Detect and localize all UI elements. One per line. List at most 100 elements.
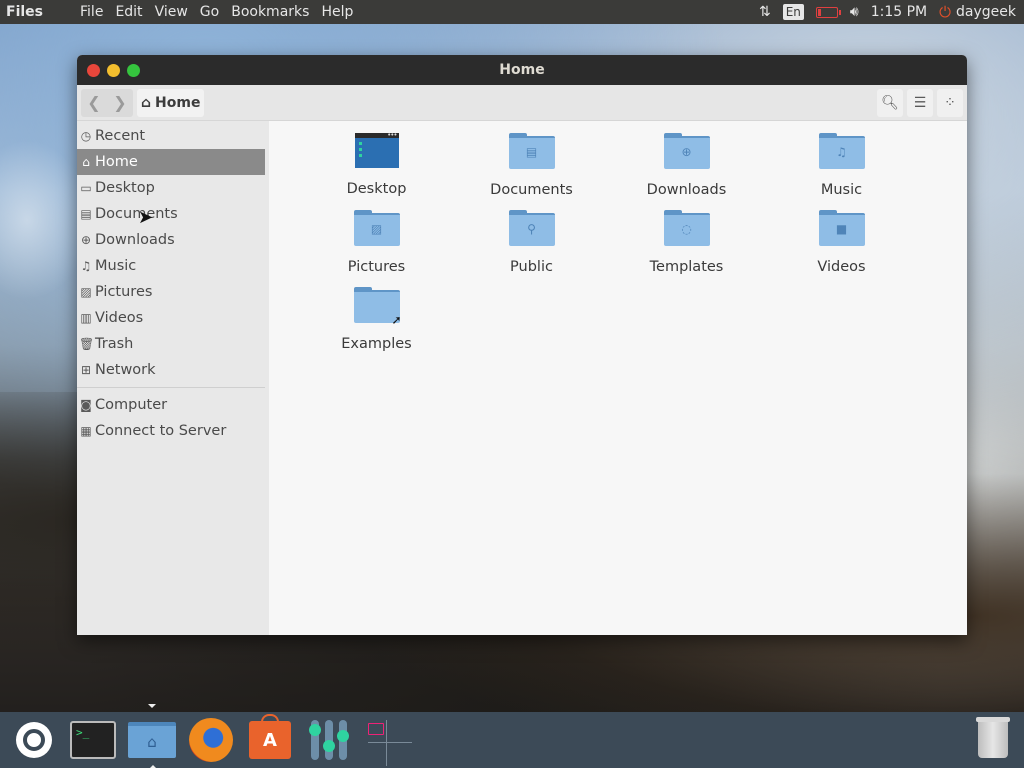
- file-label: Pictures: [347, 259, 406, 275]
- clock[interactable]: 1:15 PM: [871, 4, 927, 20]
- breadcrumb-label: Home: [155, 94, 201, 111]
- sidebar-item-label: Computer: [95, 397, 168, 413]
- documents-folder-icon: ▤: [508, 133, 555, 169]
- dock-workspaces[interactable]: [364, 717, 412, 766]
- window-titlebar[interactable]: Home: [77, 55, 967, 85]
- maximize-window-button[interactable]: [127, 63, 140, 77]
- sidebar-item-downloads[interactable]: ⊕ Downloads: [77, 227, 269, 253]
- download-icon: ⊕: [80, 233, 92, 247]
- sidebar-item-recent[interactable]: ◷ Recent: [77, 123, 269, 149]
- sidebar-item-label: Home: [95, 154, 138, 170]
- user-name: daygeek: [956, 4, 1016, 20]
- sidebar-item-trash[interactable]: 🗑︎ Trash: [77, 331, 269, 357]
- file-label: Downloads: [646, 182, 727, 198]
- sidebar-item-label: Recent: [95, 128, 146, 144]
- picture-icon: ▨: [80, 285, 92, 299]
- sidebar-item-label: Videos: [95, 310, 144, 326]
- volume-icon[interactable]: 🔊︎: [850, 4, 859, 20]
- document-icon: ▤: [80, 207, 92, 221]
- dock-trash-icon[interactable]: [976, 717, 1010, 759]
- power-icon: ⏻: [939, 3, 952, 21]
- public-folder-icon: ⚲: [508, 210, 555, 246]
- sidebar-item-videos[interactable]: ▥ Videos: [77, 305, 269, 331]
- menu-bookmarks[interactable]: Bookmarks: [225, 4, 315, 20]
- file-item-documents[interactable]: ▤ Documents: [454, 133, 609, 202]
- firefox-icon: [189, 718, 233, 762]
- app-name: Files: [6, 4, 43, 20]
- file-label: Music: [820, 182, 863, 198]
- session-menu[interactable]: ⏻ daygeek: [939, 3, 1016, 21]
- file-view[interactable]: Desktop ▤ Documents ⊕ Downloads ♫ Music …: [269, 121, 967, 635]
- mixer-icon: [309, 720, 349, 760]
- sidebar-item-music[interactable]: ♫ Music: [77, 253, 269, 279]
- dock-mixer[interactable]: [305, 717, 353, 763]
- sidebar-item-label: Pictures: [95, 284, 153, 300]
- file-item-pictures[interactable]: ▨ Pictures: [299, 210, 454, 279]
- breadcrumb-home[interactable]: ⌂ Home: [137, 88, 205, 117]
- file-item-music[interactable]: ♫ Music: [764, 133, 919, 202]
- sidebar-item-label: Downloads: [95, 232, 175, 248]
- sidebar-item-label: Network: [95, 362, 156, 378]
- file-label: Templates: [649, 259, 724, 275]
- file-label: Examples: [341, 336, 412, 352]
- toolbar-actions: 🔍︎ ☰ ⁘: [877, 88, 963, 117]
- menu-go[interactable]: Go: [194, 4, 225, 20]
- workspaces-icon: [368, 720, 412, 766]
- window-body: ◷ Recent ⌂ Home ▭ Desktop ▤ Documents ⊕ …: [77, 121, 967, 635]
- battery-icon[interactable]: [815, 6, 841, 18]
- clock-icon: ◷: [80, 129, 92, 143]
- window-title: Home: [499, 62, 545, 78]
- file-label: Public: [510, 259, 553, 275]
- sidebar-item-pictures[interactable]: ▨ Pictures: [77, 279, 269, 305]
- dock-terminal[interactable]: >_: [69, 717, 117, 763]
- home-icon: ⌂: [141, 94, 152, 111]
- sidebar-item-computer[interactable]: ◙ Computer: [77, 392, 269, 418]
- dock-files[interactable]: ⌂: [128, 704, 176, 768]
- sidebar-item-desktop[interactable]: ▭ Desktop: [77, 175, 269, 201]
- toolbar: ❮ ❯ ⌂ Home 🔍︎ ☰ ⁘: [77, 85, 967, 121]
- file-item-downloads[interactable]: ⊕ Downloads: [609, 133, 764, 202]
- file-item-examples[interactable]: ➚ Examples: [299, 287, 454, 356]
- file-manager-window: Home ❮ ❯ ⌂ Home 🔍︎ ☰ ⁘ ◷ Recent ⌂ Home ▭…: [77, 55, 967, 635]
- examples-folder-icon: ➚: [353, 287, 402, 327]
- dock: >_ ⌂ A: [0, 704, 1024, 768]
- menu-help[interactable]: Help: [315, 4, 359, 20]
- file-item-desktop[interactable]: Desktop: [299, 131, 454, 202]
- minimize-window-button[interactable]: [107, 63, 120, 77]
- network-icon: ⊞: [80, 363, 92, 377]
- menu-file[interactable]: File: [74, 4, 109, 20]
- sidebar-item-network[interactable]: ⊞ Network: [77, 357, 269, 383]
- sidebar-item-connect-to-server[interactable]: ▦ Connect to Server: [77, 418, 269, 444]
- menu-view[interactable]: View: [149, 4, 194, 20]
- desktop-folder-icon: [354, 131, 399, 168]
- dock-software-center[interactable]: A: [246, 714, 294, 763]
- home-icon: ⌂: [82, 155, 90, 169]
- sidebar-item-label: Desktop: [95, 180, 155, 196]
- keyboard-layout-indicator[interactable]: En: [782, 4, 804, 20]
- forward-arrow-icon[interactable]: ❯: [107, 89, 133, 117]
- sidebar-item-documents[interactable]: ▤ Documents: [77, 201, 269, 227]
- search-icon[interactable]: 🔍︎: [877, 88, 903, 117]
- list-view-icon[interactable]: ☰: [907, 88, 933, 117]
- menu-edit[interactable]: Edit: [109, 4, 148, 20]
- server-icon: ▦: [80, 424, 92, 438]
- dock-ubuntu-launcher[interactable]: [10, 717, 58, 763]
- sidebar-item-home[interactable]: ⌂ Home: [77, 149, 265, 175]
- network-arrows-icon[interactable]: ⇅: [759, 4, 771, 20]
- file-item-templates[interactable]: ◌ Templates: [609, 210, 764, 279]
- running-indicator: [148, 704, 156, 708]
- film-icon: ▥: [80, 311, 92, 325]
- grid-view-icon[interactable]: ⁘: [937, 88, 963, 117]
- sidebar-divider: [77, 387, 265, 388]
- sidebar-item-label: Connect to Server: [95, 423, 227, 439]
- dock-firefox[interactable]: [187, 717, 235, 763]
- computer-icon: ◙: [80, 398, 92, 412]
- ubuntu-logo-icon: [16, 722, 52, 758]
- back-arrow-icon[interactable]: ❮: [81, 89, 107, 117]
- nav-buttons: ❮ ❯: [81, 88, 133, 117]
- file-item-public[interactable]: ⚲ Public: [454, 210, 609, 279]
- terminal-icon: >_: [70, 721, 116, 759]
- files-icon: ⌂: [128, 722, 176, 758]
- file-item-videos[interactable]: ■ Videos: [764, 210, 919, 279]
- close-window-button[interactable]: [87, 63, 100, 77]
